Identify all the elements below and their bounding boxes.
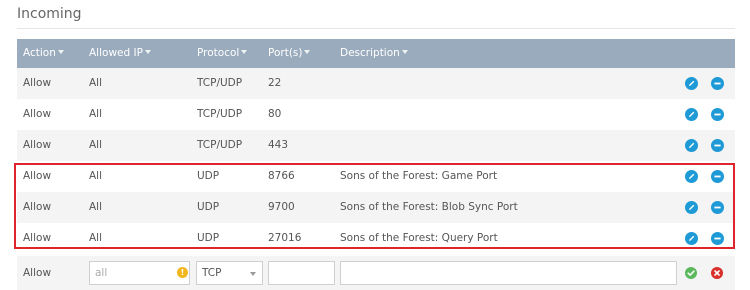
minus-circle-icon	[714, 175, 721, 178]
title-divider	[17, 28, 735, 29]
table-row: Allow All UDP 8766 Sons of the Forest: Game …	[17, 161, 735, 192]
description-input[interactable]	[340, 261, 677, 285]
column-header-protocol-label: Protocol	[197, 47, 240, 59]
pencil-icon	[689, 235, 695, 241]
pencil-icon	[689, 111, 695, 117]
sort-caret-icon	[57, 50, 64, 54]
column-header-protocol[interactable]: Protocol	[197, 39, 248, 68]
remove-rule-button[interactable]	[711, 77, 724, 90]
cell-port: 27016	[268, 232, 302, 244]
minus-circle-icon	[714, 144, 721, 147]
cell-action: Allow	[23, 108, 52, 120]
port-input[interactable]	[268, 261, 335, 285]
pencil-icon	[689, 204, 695, 210]
sort-caret-icon	[401, 50, 408, 54]
cell-protocol: UDP	[197, 232, 220, 244]
firewall-rules-table: Action Allowed IP Protocol Port(s) Descr…	[17, 39, 735, 254]
sort-caret-icon	[144, 50, 151, 54]
minus-circle-icon	[714, 206, 721, 209]
edit-rule-button[interactable]	[685, 77, 698, 90]
remove-rule-button[interactable]	[711, 232, 724, 245]
sort-caret-icon	[241, 50, 248, 54]
allowed-ip-input[interactable]	[89, 261, 190, 285]
cell-action: Allow	[23, 201, 52, 213]
cell-port: 443	[268, 139, 289, 151]
pencil-icon	[689, 142, 695, 148]
edit-rule-button[interactable]	[685, 232, 698, 245]
cell-allowed-ip: All	[89, 139, 103, 151]
column-header-allowed-ip-label: Allowed IP	[89, 47, 143, 59]
table-row: Allow All UDP 9700 Sons of the Forest: Blob …	[17, 192, 735, 223]
cell-port: 8766	[268, 170, 295, 182]
cell-action: Allow	[23, 232, 52, 244]
add-rule-action: Allow	[23, 267, 52, 279]
chevron-down-icon	[250, 272, 256, 276]
remove-rule-button[interactable]	[711, 201, 724, 214]
remove-rule-button[interactable]	[711, 108, 724, 121]
edit-rule-button[interactable]	[685, 201, 698, 214]
confirm-add-button[interactable]	[685, 267, 697, 279]
cell-description: Sons of the Forest: Query Port	[340, 232, 498, 244]
edit-rule-button[interactable]	[685, 108, 698, 121]
section-title: Incoming	[17, 6, 82, 22]
warning-icon: !	[177, 267, 188, 278]
column-header-action-label: Action	[23, 47, 56, 59]
table-row: Allow All UDP 27016 Sons of the Forest: Quer…	[17, 223, 735, 254]
x-icon	[714, 270, 720, 276]
minus-circle-icon	[714, 82, 721, 85]
column-header-ports-label: Port(s)	[268, 47, 303, 59]
cell-port: 80	[268, 108, 282, 120]
check-icon	[687, 270, 695, 276]
cell-allowed-ip: All	[89, 108, 103, 120]
table-body: Allow All TCP/UDP 22 Allow All TCP/UDP 80 Allow A…	[17, 68, 735, 254]
edit-rule-button[interactable]	[685, 139, 698, 152]
cell-allowed-ip: All	[89, 232, 103, 244]
protocol-select[interactable]: TCP	[196, 261, 263, 285]
minus-circle-icon	[714, 113, 721, 116]
table-row: Allow All TCP/UDP 22	[17, 68, 735, 99]
column-header-ports[interactable]: Port(s)	[268, 39, 311, 68]
cell-protocol: TCP/UDP	[197, 139, 243, 151]
column-header-description-label: Description	[340, 47, 400, 59]
cell-description: Sons of the Forest: Game Port	[340, 170, 498, 182]
column-header-allowed-ip[interactable]: Allowed IP	[89, 39, 151, 68]
cell-protocol: TCP/UDP	[197, 108, 243, 120]
remove-rule-button[interactable]	[711, 139, 724, 152]
cell-protocol: UDP	[197, 201, 220, 213]
cell-action: Allow	[23, 77, 52, 89]
table-row: Allow All TCP/UDP 80	[17, 99, 735, 130]
table-row: Allow All TCP/UDP 443	[17, 130, 735, 161]
cell-allowed-ip: All	[89, 77, 103, 89]
cell-allowed-ip: All	[89, 170, 103, 182]
cancel-add-button[interactable]	[711, 267, 723, 279]
minus-circle-icon	[714, 237, 721, 240]
cell-allowed-ip: All	[89, 201, 103, 213]
cell-action: Allow	[23, 139, 52, 151]
add-rule-row: Allow ! TCP	[17, 256, 735, 290]
edit-rule-button[interactable]	[685, 170, 698, 183]
pencil-icon	[689, 80, 695, 86]
cell-port: 22	[268, 77, 282, 89]
protocol-select-value: TCP	[202, 267, 222, 279]
sort-caret-icon	[304, 50, 311, 54]
column-header-description[interactable]: Description	[340, 39, 408, 68]
cell-protocol: UDP	[197, 170, 220, 182]
table-header: Action Allowed IP Protocol Port(s) Descr…	[17, 39, 735, 68]
pencil-icon	[689, 173, 695, 179]
cell-action: Allow	[23, 170, 52, 182]
cell-description: Sons of the Forest: Blob Sync Port	[340, 201, 518, 213]
remove-rule-button[interactable]	[711, 170, 724, 183]
cell-protocol: TCP/UDP	[197, 77, 243, 89]
column-header-action[interactable]: Action	[23, 39, 64, 68]
cell-port: 9700	[268, 201, 295, 213]
